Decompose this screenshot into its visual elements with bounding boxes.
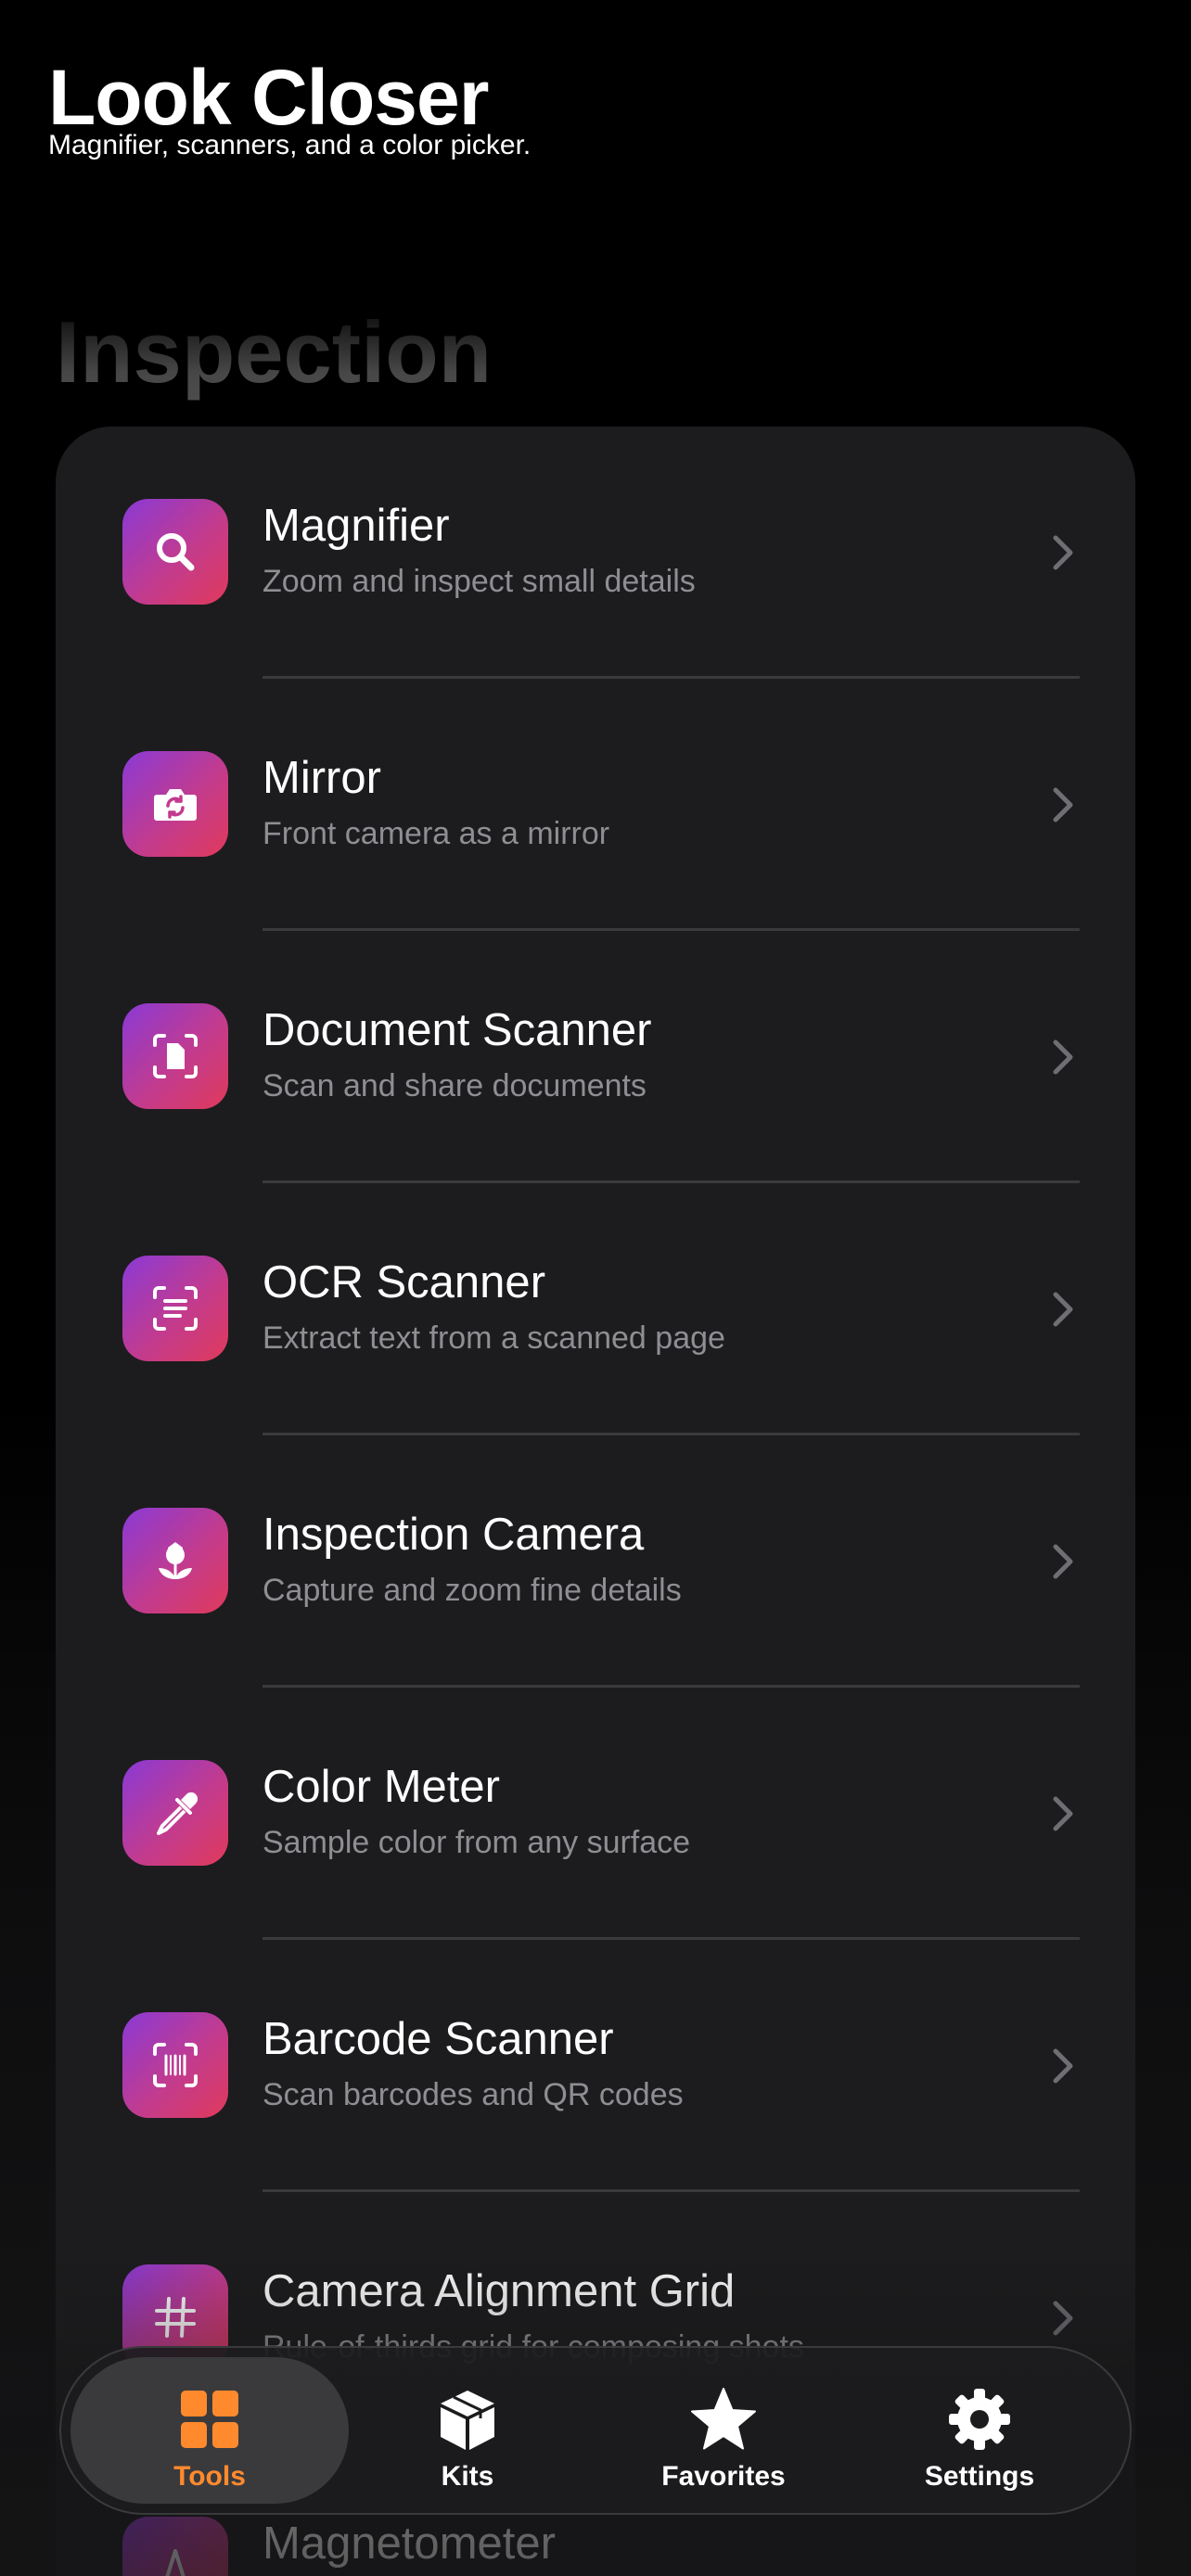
list-item-barcode-scanner[interactable]: Barcode Scanner Scan barcodes and QR cod…	[56, 1940, 1135, 2192]
list-item-ocr-scanner[interactable]: OCR Scanner Extract text from a scanned …	[56, 1183, 1135, 1435]
chevron-right-icon	[1053, 2301, 1073, 2336]
camera-rotate-icon	[122, 751, 228, 857]
list-item-document-scanner[interactable]: Document Scanner Scan and share document…	[56, 931, 1135, 1183]
item-subtitle: Extract text from a scanned page	[263, 1320, 725, 1356]
tab-tools[interactable]: Tools	[70, 2357, 349, 2504]
app-subtitle: Magnifier, scanners, and a color picker.	[48, 130, 531, 160]
item-subtitle: Sample color from any surface	[263, 1825, 691, 1860]
item-subtitle: Front camera as a mirror	[263, 816, 610, 851]
item-subtitle: Scan and share documents	[263, 1068, 647, 1103]
item-subtitle: Zoom and inspect small details	[263, 564, 696, 599]
chevron-right-icon	[1053, 787, 1073, 823]
item-title: Camera Alignment Grid	[263, 2266, 736, 2316]
app-title: Look Closer	[48, 54, 489, 141]
chevron-right-icon	[1053, 2048, 1073, 2084]
text-viewfinder-icon	[122, 1256, 228, 1361]
star-icon	[691, 2388, 756, 2450]
chevron-right-icon	[1053, 535, 1073, 570]
macro-flower-icon	[122, 1508, 228, 1613]
chevron-right-icon	[1053, 1039, 1073, 1075]
item-title: Inspection Camera	[263, 1510, 645, 1560]
screen: Look Closer Magnifier, scanners, and a c…	[0, 0, 1191, 2576]
list-item-magnifier[interactable]: Magnifier Zoom and inspect small details	[56, 427, 1135, 679]
chevron-right-icon	[1053, 1796, 1073, 1831]
list-item-color-meter[interactable]: Color Meter Sample color from any surfac…	[56, 1688, 1135, 1940]
item-title: Barcode Scanner	[263, 2014, 614, 2064]
tab-label: Tools	[173, 2461, 246, 2492]
eyedropper-icon	[122, 1760, 228, 1866]
item-title: OCR Scanner	[263, 1257, 546, 1307]
chevron-right-icon	[1053, 1292, 1073, 1327]
item-subtitle: Scan barcodes and QR codes	[263, 2077, 684, 2112]
item-title: Mirror	[263, 753, 381, 803]
tab-kits[interactable]: Kits	[328, 2357, 607, 2504]
gear-icon	[949, 2389, 1010, 2450]
grid-squares-icon	[181, 2391, 238, 2448]
tools-list: Magnifier Zoom and inspect small details…	[56, 427, 1135, 2576]
compass-icon	[122, 2517, 228, 2576]
item-title: Color Meter	[263, 1762, 500, 1812]
box-icon	[441, 2391, 494, 2450]
barcode-viewfinder-icon	[122, 2012, 228, 2118]
list-item-mirror[interactable]: Mirror Front camera as a mirror	[56, 679, 1135, 931]
tab-favorites[interactable]: Favorites	[584, 2357, 863, 2504]
tab-label: Kits	[441, 2461, 494, 2492]
item-title: Magnifier	[263, 501, 450, 551]
item-subtitle: Capture and zoom fine details	[263, 1573, 682, 1608]
tab-label: Favorites	[661, 2461, 786, 2492]
chevron-right-icon	[1053, 1544, 1073, 1579]
tab-bar: Tools Kits Favorites Settings	[59, 2346, 1132, 2515]
tab-label: Settings	[924, 2461, 1035, 2492]
list-item-inspection-camera[interactable]: Inspection Camera Capture and zoom fine …	[56, 1435, 1135, 1688]
section-title: Inspection	[56, 301, 492, 403]
document-viewfinder-icon	[122, 1003, 228, 1109]
item-title: Magnetometer	[263, 2519, 556, 2569]
tab-settings[interactable]: Settings	[840, 2357, 1119, 2504]
item-title: Document Scanner	[263, 1005, 652, 1055]
magnifying-glass-icon	[122, 499, 228, 605]
